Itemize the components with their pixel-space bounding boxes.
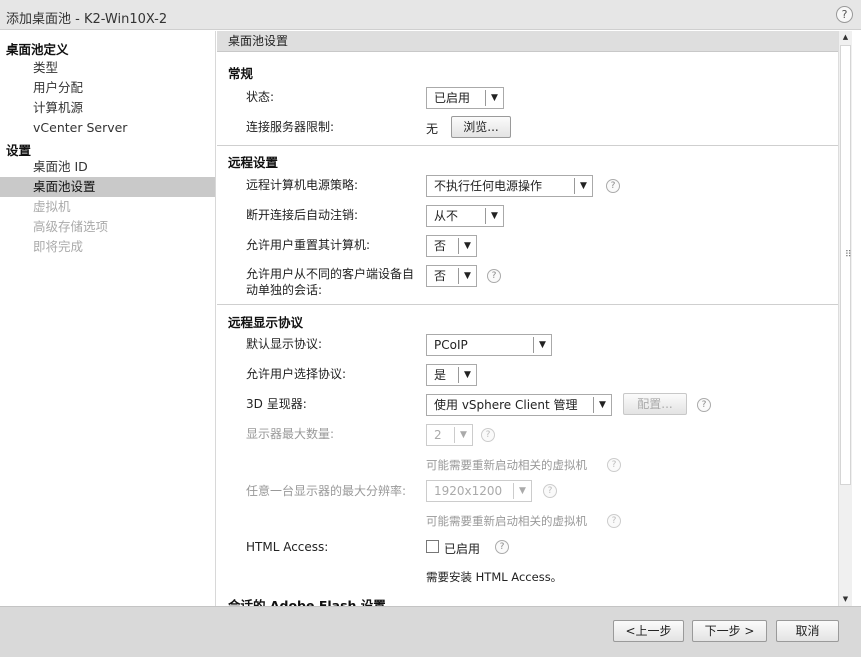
chevron-down-icon: ▼ — [533, 337, 551, 353]
section-title-general: 常规 — [228, 66, 254, 81]
3d-renderer-dropdown[interactable]: 使用 vSphere Client 管理 ▼ — [426, 394, 612, 416]
section-divider — [217, 145, 838, 146]
sidebar-item-ready-to-complete: 即将完成 — [33, 239, 84, 254]
cancel-button[interactable]: 取消 — [776, 620, 839, 642]
help-icon[interactable]: ? — [606, 179, 620, 193]
html-access-checkbox[interactable] — [426, 540, 439, 553]
chevron-down-icon: ▼ — [485, 90, 503, 106]
status-label: 状态: — [246, 90, 275, 104]
section-title-adobe-flash: 会话的 Adobe Flash 设置 — [228, 598, 386, 606]
allow-reset-label: 允许用户重置其计算机: — [246, 238, 371, 252]
help-icon: ? — [481, 428, 495, 442]
separate-sessions-label-line1: 允许用户从不同的客户端设备自 — [246, 267, 415, 281]
status-dropdown[interactable]: 已启用 ▼ — [426, 87, 504, 109]
separate-sessions-label-line2: 动单独的会话: — [246, 283, 323, 297]
status-value: 已启用 — [434, 91, 471, 105]
chevron-down-icon: ▼ — [458, 367, 476, 383]
scroll-down-icon[interactable]: ▼ — [841, 595, 850, 604]
max-resolution-value: 1920x1200 — [434, 484, 503, 498]
help-icon[interactable]: ? — [697, 398, 711, 412]
chevron-down-icon: ▼ — [513, 483, 531, 499]
max-resolution-dropdown: 1920x1200 ▼ — [426, 480, 532, 502]
allow-choose-protocol-value: 是 — [434, 368, 447, 382]
sidebar-item-vcenter-server[interactable]: vCenter Server — [0, 118, 215, 138]
sidebar-item-machine-source[interactable]: 计算机源 — [0, 98, 215, 118]
separate-sessions-value: 否 — [434, 269, 447, 283]
separate-sessions-dropdown[interactable]: 否 ▼ — [426, 265, 477, 287]
3d-renderer-value: 使用 vSphere Client 管理 — [434, 398, 578, 412]
sidebar-item-user-assignment[interactable]: 用户分配 — [0, 78, 215, 98]
sidebar-item-pool-settings[interactable]: 桌面池设置 — [0, 177, 215, 197]
title-bar: 添加桌面池 - K2-Win10X-2 ? — [0, 0, 861, 30]
default-protocol-dropdown[interactable]: PCoIP ▼ — [426, 334, 552, 356]
chevron-down-icon: ▼ — [593, 397, 611, 413]
auto-logoff-label: 断开连接后自动注销: — [246, 208, 359, 222]
max-monitors-dropdown: 2 ▼ — [426, 424, 473, 446]
panel-header: 桌面池设置 — [217, 31, 838, 52]
3d-renderer-label: 3D 呈现器: — [246, 397, 307, 411]
auto-logoff-dropdown[interactable]: 从不 ▼ — [426, 205, 504, 227]
help-icon: ? — [607, 514, 621, 528]
sidebar-item-advanced-storage: 高级存储选项 — [33, 219, 109, 234]
html-access-install-note: 需要安装 HTML Access。 — [426, 570, 563, 584]
remote-power-policy-dropdown[interactable]: 不执行任何电源操作 ▼ — [426, 175, 593, 197]
chevron-down-icon: ▼ — [458, 238, 476, 254]
next-button[interactable]: 下一步 > — [692, 620, 767, 642]
help-icon[interactable]: ? — [487, 269, 501, 283]
wizard-sidebar: 桌面池定义 类型 用户分配 计算机源 vCenter Server 设置 桌面池… — [0, 31, 216, 606]
sidebar-item-type[interactable]: 类型 — [0, 58, 215, 78]
default-protocol-label: 默认显示协议: — [246, 337, 323, 351]
max-monitors-label: 显示器最大数量: — [246, 427, 335, 441]
help-icon[interactable]: ? — [495, 540, 509, 554]
max-resolution-label: 任意一台显示器的最大分辨率: — [246, 484, 407, 498]
wizard-footer: <上一步 下一步 > 取消 — [0, 606, 861, 657]
help-icon: ? — [607, 458, 621, 472]
restart-vm-note: 可能需要重新启动相关的虚拟机 — [426, 458, 587, 472]
resize-grip-icon[interactable]: ⠿ — [845, 250, 852, 260]
window-title: 添加桌面池 - K2-Win10X-2 — [6, 12, 168, 27]
section-title-remote-settings: 远程设置 — [228, 155, 279, 170]
allow-choose-protocol-dropdown[interactable]: 是 ▼ — [426, 364, 477, 386]
restart-vm-note-2: 可能需要重新启动相关的虚拟机 — [426, 514, 587, 528]
sidebar-item-pool-id[interactable]: 桌面池 ID — [0, 157, 215, 177]
scroll-up-icon[interactable]: ▲ — [841, 33, 850, 42]
remote-power-policy-value: 不执行任何电源操作 — [434, 179, 543, 193]
auto-logoff-value: 从不 — [434, 209, 459, 223]
allow-reset-value: 否 — [434, 239, 447, 253]
back-button[interactable]: <上一步 — [613, 620, 684, 642]
chevron-down-icon: ▼ — [574, 178, 592, 194]
html-access-label: HTML Access: — [246, 540, 329, 554]
configure-button: 配置... — [623, 393, 687, 415]
content-scrollbar[interactable]: ▲ ▼ — [838, 31, 852, 606]
chevron-down-icon: ▼ — [458, 268, 476, 284]
chevron-down-icon: ▼ — [485, 208, 503, 224]
scroll-thumb[interactable] — [840, 45, 851, 485]
allow-choose-protocol-label: 允许用户选择协议: — [246, 367, 347, 381]
help-icon: ? — [543, 484, 557, 498]
connection-server-restriction-label: 连接服务器限制: — [246, 120, 335, 134]
sidebar-item-virtual-machines: 虚拟机 — [33, 199, 71, 214]
connection-server-restriction-value: 无 — [426, 122, 439, 136]
max-monitors-value: 2 — [434, 428, 442, 442]
help-icon[interactable]: ? — [836, 6, 853, 23]
browse-button[interactable]: 浏览... — [451, 116, 511, 138]
remote-power-policy-label: 远程计算机电源策略: — [246, 178, 359, 192]
settings-panel: 桌面池设置 常规 状态: 已启用 ▼ 连接服务器限制: 无 浏览... 远程设置… — [217, 31, 838, 606]
chevron-down-icon: ▼ — [454, 427, 472, 443]
section-title-remote-display-protocol: 远程显示协议 — [228, 315, 304, 330]
allow-reset-dropdown[interactable]: 否 ▼ — [426, 235, 477, 257]
html-access-checkbox-label: 已启用 — [444, 542, 481, 556]
sidebar-heading-pool-definition: 桌面池定义 — [6, 42, 69, 57]
section-divider — [217, 304, 838, 305]
default-protocol-value: PCoIP — [434, 338, 468, 352]
